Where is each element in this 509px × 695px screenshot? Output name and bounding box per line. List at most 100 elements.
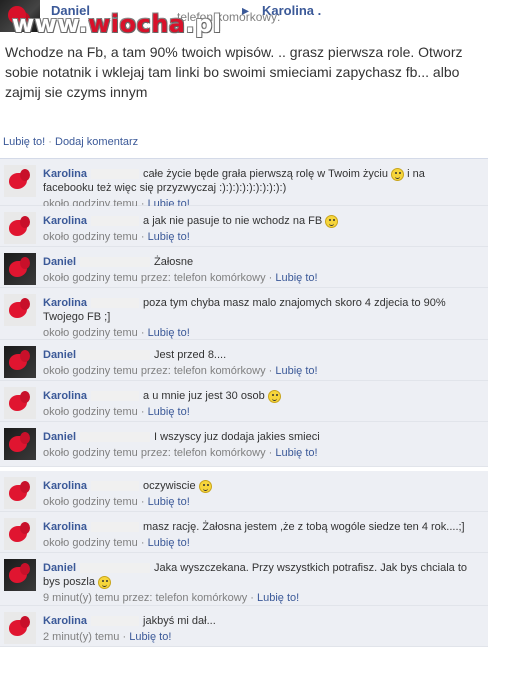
commenter-name-link[interactable]: Daniel: [43, 349, 76, 361]
comment-meta: około godziny temu przez: telefon komórk…: [43, 272, 318, 284]
comment-row: Daniel Jest przed 8.... około godziny temu…: [0, 340, 488, 381]
recipient-name-link[interactable]: Karolina .: [262, 3, 321, 18]
comment-text: I wszyscy juz dodaja jakies smieci: [154, 431, 320, 443]
comment-meta: około godziny temu · Lubię to!: [43, 496, 190, 508]
comment-text: Jest przed 8....: [154, 349, 227, 361]
comment-row: Karolina poza tym chyba masz malo znajomy…: [0, 288, 488, 340]
post-header: Daniel telefon komórkowy: ▸ Karolina . w…: [0, 0, 509, 38]
comment-row: Karolina a u mnie juz jest 30 osob około …: [0, 381, 488, 422]
commenter-name-link[interactable]: Karolina: [43, 168, 87, 180]
comment-row: Karolina masz rację. Żałosna jestem ,że z…: [0, 512, 488, 553]
commenter-avatar[interactable]: [4, 387, 36, 419]
smiley-icon: [98, 575, 112, 589]
commenter-name-link[interactable]: Karolina: [43, 615, 87, 627]
comment-like-link[interactable]: Lubię to!: [275, 447, 317, 459]
comment-like-link[interactable]: Lubię to!: [148, 327, 190, 339]
commenter-name-link[interactable]: Daniel: [43, 562, 76, 574]
commenter-avatar[interactable]: [4, 559, 36, 591]
arrow-icon: ▸: [242, 2, 250, 18]
redacted-surname: [91, 391, 140, 402]
comment-text: Żałosne: [154, 256, 194, 268]
comment-like-link[interactable]: Lubię to!: [275, 272, 317, 284]
smiley-icon: [198, 479, 212, 493]
comment-source: telefon komórkowy: [173, 272, 266, 284]
commenter-name-link[interactable]: Daniel: [43, 256, 76, 268]
redacted-surname: [80, 257, 151, 268]
commenter-avatar[interactable]: [4, 612, 36, 644]
comment-body: Karolina a u mnie juz jest 30 osob około …: [43, 381, 488, 419]
smiley-icon: [391, 167, 405, 181]
comment-meta: 2 minut(y) temu · Lubię to!: [43, 631, 172, 643]
redacted-surname: [91, 481, 140, 492]
like-link[interactable]: Lubię to!: [3, 136, 45, 148]
comment-body: Daniel I wszyscy juz dodaja jakies smieci…: [43, 422, 488, 460]
redacted-surname: [80, 563, 151, 574]
comment-meta: około godziny temu · Lubię to!: [43, 231, 190, 243]
comment-meta: około godziny temu przez: telefon komórk…: [43, 447, 318, 459]
commenter-avatar[interactable]: [4, 346, 36, 378]
commenter-avatar[interactable]: [4, 428, 36, 460]
comment-row: Daniel Jaka wyszczekana. Przy wszystkich …: [0, 553, 488, 606]
comment-row: Karolina a jak nie pasuje to nie wchodz n…: [0, 206, 488, 247]
comment-like-link[interactable]: Lubię to!: [129, 631, 171, 643]
comment-source: telefon komórkowy: [155, 592, 248, 604]
redacted-surname: [80, 350, 151, 361]
commenter-avatar[interactable]: [4, 477, 36, 509]
comment-text: masz rację. Żałosna jestem ,że z tobą wo…: [143, 521, 465, 533]
comment-text: oczywiscie: [143, 480, 196, 492]
comment-body: Daniel Jest przed 8.... około godziny temu…: [43, 340, 488, 378]
commenter-name-link[interactable]: Karolina: [43, 297, 87, 309]
comment-meta: 9 minut(y) temu przez: telefon komórkowy…: [43, 592, 300, 604]
comment-source: telefon komórkowy: [173, 365, 266, 377]
comment-like-link[interactable]: Lubię to!: [148, 406, 190, 418]
commenter-name-link[interactable]: Karolina: [43, 215, 87, 227]
commenter-name-link[interactable]: Daniel: [43, 431, 76, 443]
comment-row: Karolina jakbyś mi dał... 2 minut(y) temu …: [0, 606, 488, 647]
comment-text: całe życie będe grała pierwszą rolę w Tw…: [143, 168, 388, 180]
comment-row: Daniel I wszyscy juz dodaja jakies smieci…: [0, 422, 488, 467]
comment-source: telefon komórkowy: [173, 447, 266, 459]
post-message: Wchodze na Fb, a tam 90% twoich wpisów. …: [5, 44, 463, 100]
comment-body: Karolina poza tym chyba masz malo znajomy…: [43, 288, 488, 340]
comment-row: Karolina całe życie będe grała pierwszą r…: [0, 159, 488, 210]
comment-like-link[interactable]: Lubię to!: [148, 496, 190, 508]
comments-list: Karolina całe życie będe grała pierwszą r…: [0, 158, 488, 647]
commenter-name-link[interactable]: Karolina: [43, 390, 87, 402]
redacted-surname: [91, 522, 140, 533]
comment-timestamp: około godziny temu: [43, 231, 138, 243]
comment-meta: około godziny temu · Lubię to!: [43, 406, 190, 418]
commenter-name-link[interactable]: Karolina: [43, 480, 87, 492]
comment-text: a jak nie pasuje to nie wchodz na FB: [143, 215, 323, 227]
comment-like-link[interactable]: Lubię to!: [148, 537, 190, 549]
comment-meta: około godziny temu · Lubię to!: [43, 327, 190, 339]
post-actions: Lubię to! · Dodaj komentarz: [3, 136, 138, 148]
commenter-avatar[interactable]: [4, 212, 36, 244]
comment-body: Karolina a jak nie pasuje to nie wchodz n…: [43, 206, 488, 244]
comment-like-link[interactable]: Lubię to!: [275, 365, 317, 377]
comment-body: Karolina masz rację. Żałosna jestem ,że z…: [43, 512, 488, 550]
comment-meta: około godziny temu przez: telefon komórk…: [43, 365, 318, 377]
comment-text: a u mnie juz jest 30 osob: [143, 390, 265, 402]
comment-timestamp: około godziny temu przez:: [43, 447, 174, 459]
comment-row: Daniel Żałosne około godziny temu przez: t…: [0, 247, 488, 288]
action-separator: ·: [48, 136, 55, 148]
comment-timestamp: 2 minut(y) temu: [43, 631, 120, 643]
redacted-surname: [91, 169, 140, 180]
commenter-avatar[interactable]: [4, 294, 36, 326]
commenter-name-link[interactable]: Karolina: [43, 521, 87, 533]
add-comment-link[interactable]: Dodaj komentarz: [55, 136, 138, 148]
watermark-logo: www.wiocha.pl: [12, 10, 222, 38]
commenter-avatar[interactable]: [4, 165, 36, 197]
commenter-avatar[interactable]: [4, 518, 36, 550]
comment-body: Karolina jakbyś mi dał... 2 minut(y) temu …: [43, 606, 488, 644]
comment-timestamp: około godziny temu: [43, 537, 138, 549]
redacted-surname: [91, 616, 140, 627]
comment-timestamp: 9 minut(y) temu przez:: [43, 592, 156, 604]
comment-like-link[interactable]: Lubię to!: [148, 231, 190, 243]
redacted-surname: [91, 298, 140, 309]
redacted-surname: [91, 216, 140, 227]
comment-body: Karolina całe życie będe grała pierwszą r…: [43, 159, 488, 211]
comment-like-link[interactable]: Lubię to!: [257, 592, 299, 604]
comment-body: Karolina oczywiscie około godziny temu · …: [43, 471, 488, 509]
commenter-avatar[interactable]: [4, 253, 36, 285]
